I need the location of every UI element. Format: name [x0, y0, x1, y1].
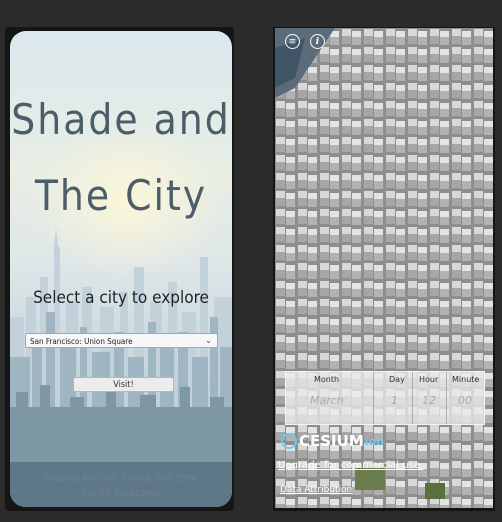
time-panel-divider	[446, 372, 447, 424]
minute-label: Minute	[452, 375, 480, 384]
cesium-logo-text: CESIUM	[299, 432, 364, 450]
upgrade-commercial-link[interactable]: Upgrade for commercial use.	[278, 460, 423, 471]
credits-line: Created by Cyril, Jimmy, and Stew	[44, 473, 198, 484]
time-selector-panel[interactable]: Month Day Hour Minute March 1 12 00	[285, 371, 485, 425]
hour-value[interactable]: 12	[422, 394, 436, 407]
credits-subline: For XR Bootcamp	[82, 488, 160, 499]
day-label: Day	[389, 375, 405, 384]
time-panel-divider	[412, 372, 413, 424]
city-dropdown-value: San Francisco: Union Square	[30, 337, 133, 346]
cesium-ion-logo[interactable]: CESIUM ion	[281, 430, 384, 452]
landing-phone-frame: Shade and The City Select a city to expl…	[5, 27, 234, 511]
app-title-line2: The City	[34, 171, 208, 220]
landing-screen: Shade and The City Select a city to expl…	[10, 31, 232, 507]
city-3d-viewer[interactable]: ≡ i Month Day Hour Minute March 1 12 00 …	[275, 28, 493, 508]
viewer-phone-frame: ≡ i Month Day Hour Minute March 1 12 00 …	[273, 27, 495, 511]
visit-button[interactable]: Visit!	[73, 377, 174, 392]
skyline-illustration	[10, 227, 232, 507]
select-city-heading: Select a city to explore	[33, 288, 209, 308]
data-attribution-link[interactable]: Data Attribution	[280, 485, 352, 495]
cesium-ring-icon	[281, 433, 297, 449]
app-title-line1: Shade and	[11, 95, 231, 144]
month-value[interactable]: March	[310, 394, 344, 407]
day-value[interactable]: 1	[391, 394, 398, 407]
month-label: Month	[314, 375, 340, 384]
info-icon[interactable]: i	[310, 34, 325, 49]
minute-value[interactable]: 00	[458, 394, 472, 407]
hour-label: Hour	[419, 375, 439, 384]
time-panel-divider	[373, 372, 374, 424]
hamburger-icon[interactable]: ≡	[285, 34, 300, 49]
chevron-down-icon: ⌄	[205, 336, 212, 346]
cesium-logo-suffix: ion	[364, 434, 384, 448]
city-dropdown[interactable]: San Francisco: Union Square ⌄	[25, 333, 218, 348]
